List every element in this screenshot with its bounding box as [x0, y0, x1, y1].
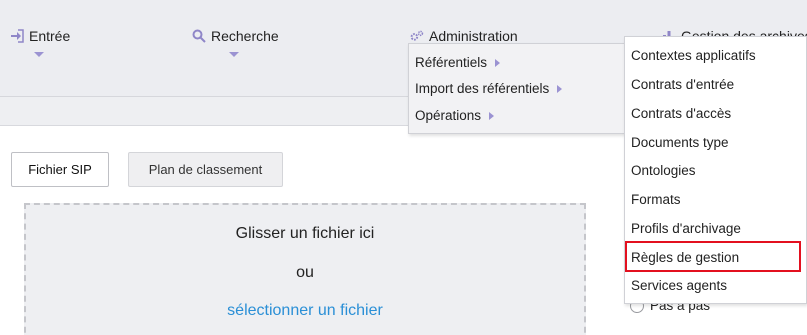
administration-menu: Référentiels Import des référentiels Opé…	[408, 43, 625, 134]
referentiels-submenu: Contextes applicatifs Contrats d'entrée …	[624, 36, 807, 304]
menu-item-label: Import des référentiels	[415, 81, 550, 96]
submenu-item-contrats-acces[interactable]: Contrats d'accès	[631, 106, 731, 121]
caret-right-icon	[489, 111, 495, 120]
tab-plan-classement[interactable]: Plan de classement	[128, 152, 283, 187]
drop-zone-title: Glisser un fichier ici	[235, 225, 375, 242]
search-icon	[192, 29, 206, 43]
submenu-item-documents-type[interactable]: Documents type	[631, 135, 729, 150]
nav-administration-label: Administration	[429, 28, 518, 44]
menu-item-label: Référentiels	[415, 55, 488, 70]
submenu-item-ontologies[interactable]: Ontologies	[631, 163, 696, 178]
menu-item-import-referentiels[interactable]: Import des référentiels	[415, 81, 563, 96]
nav-recherche[interactable]: Recherche	[192, 26, 279, 46]
caret-right-icon	[557, 84, 563, 93]
sign-in-icon	[10, 29, 24, 43]
menu-item-referentiels[interactable]: Référentiels	[415, 55, 501, 70]
menu-item-label: Opérations	[415, 108, 482, 123]
select-file-link[interactable]: sélectionner un fichier	[26, 302, 584, 320]
gears-icon	[410, 29, 424, 43]
submenu-item-formats[interactable]: Formats	[631, 192, 681, 207]
submenu-item-contextes[interactable]: Contextes applicatifs	[631, 48, 756, 63]
nav-entree-label: Entrée	[29, 28, 71, 44]
submenu-item-services-agents[interactable]: Services agents	[631, 278, 727, 293]
caret-right-icon	[495, 58, 501, 67]
drop-zone-or: ou	[296, 264, 314, 281]
submenu-item-profils-archivage[interactable]: Profils d'archivage	[631, 221, 741, 236]
file-drop-zone[interactable]: Glisser un fichier ici ou sélectionner u…	[24, 203, 586, 335]
tab-fichier-sip[interactable]: Fichier SIP	[11, 152, 109, 187]
submenu-item-contrats-entree[interactable]: Contrats d'entrée	[631, 77, 734, 92]
nav-recherche-label: Recherche	[211, 28, 279, 44]
chevron-down-icon	[34, 52, 44, 57]
submenu-item-regles-gestion[interactable]: Règles de gestion	[631, 250, 739, 265]
menu-item-operations[interactable]: Opérations	[415, 108, 495, 123]
chevron-down-icon	[229, 52, 239, 57]
nav-entree[interactable]: Entrée	[10, 26, 70, 46]
